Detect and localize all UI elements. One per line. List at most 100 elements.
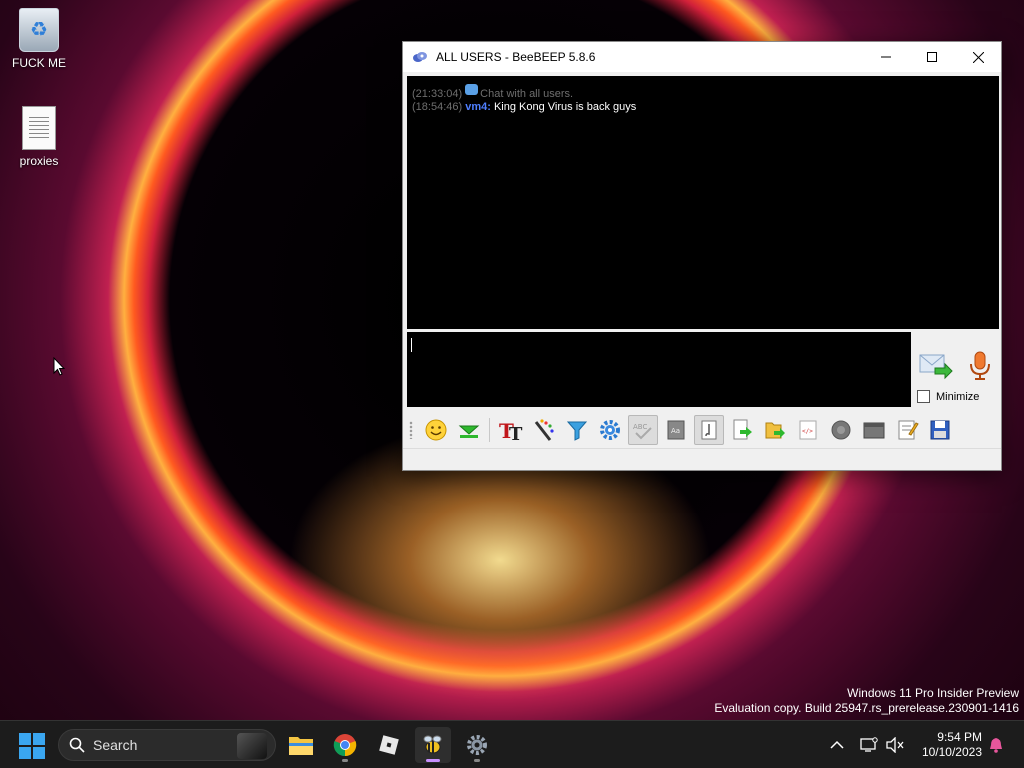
desktop-icon-proxies[interactable]: proxies xyxy=(1,106,77,168)
desktop-icon-recycle-bin[interactable]: FUCK ME xyxy=(1,8,77,70)
chat-history[interactable]: (21:33:04) Chat with all users. (18:54:46… xyxy=(407,76,999,329)
minimize-checkbox[interactable] xyxy=(917,390,930,403)
message-timestamp: (21:33:04) xyxy=(412,88,463,100)
minimize-after-send-option[interactable]: Minimize xyxy=(917,390,979,403)
minimize-window-button[interactable] xyxy=(863,42,909,72)
chat-message: (21:33:04) Chat with all users. xyxy=(412,84,994,101)
beebeep-chat-window[interactable]: ALL USERS - BeeBEEP 5.8.6 (21:33:04) Chat… xyxy=(402,41,1002,471)
file-explorer-icon xyxy=(289,737,313,755)
network-icon xyxy=(860,737,878,752)
running-indicator xyxy=(426,759,440,762)
taskbar: Search 9:54 PM 10/10/2023 xyxy=(0,720,1024,768)
send-file-button[interactable] xyxy=(727,415,757,445)
taskbar-clock[interactable]: 9:54 PM 10/10/2023 xyxy=(922,730,982,760)
maximize-window-button[interactable] xyxy=(909,42,955,72)
window-title: ALL USERS - BeeBEEP 5.8.6 xyxy=(436,50,596,64)
network-status-button[interactable] xyxy=(860,721,878,768)
screenshot-icon xyxy=(863,422,884,439)
show-hidden-icons-button[interactable] xyxy=(830,721,844,768)
chat-settings-button[interactable] xyxy=(595,415,625,445)
text-file-icon xyxy=(22,106,56,150)
svg-text:T: T xyxy=(509,424,523,442)
font-color-button[interactable] xyxy=(529,415,559,445)
maximize-icon xyxy=(927,52,937,62)
save-chat-button[interactable] xyxy=(925,415,955,445)
clock-date: 10/10/2023 xyxy=(921,745,982,759)
search-highlight-image xyxy=(237,733,267,759)
send-message-button[interactable] xyxy=(919,352,953,380)
color-icon xyxy=(534,419,554,441)
recycle-bin-icon xyxy=(19,8,59,52)
emoticons-icon xyxy=(425,419,446,441)
taskbar-search-box[interactable]: Search xyxy=(58,729,276,761)
screenshot-button[interactable] xyxy=(859,415,889,445)
settings-gear-icon xyxy=(467,735,487,755)
unread-button[interactable] xyxy=(454,415,484,445)
send-folder-icon xyxy=(765,422,785,439)
toolbar-separator xyxy=(489,418,490,442)
notes-icon xyxy=(898,420,919,440)
dictionary-icon: Aa xyxy=(667,420,684,440)
roblox-icon xyxy=(379,735,399,755)
svg-text:</>: </> xyxy=(802,428,813,435)
mouse-cursor-icon xyxy=(53,356,66,379)
font-icon: TT xyxy=(499,419,523,442)
html-button[interactable]: </> xyxy=(793,415,823,445)
send-folder-button[interactable] xyxy=(760,415,790,445)
record-icon xyxy=(831,420,850,440)
beebeep-app-icon xyxy=(413,52,427,62)
running-indicator xyxy=(474,759,480,762)
send-file-icon xyxy=(733,419,752,440)
filter-button[interactable] xyxy=(562,415,592,445)
minimize-icon xyxy=(881,56,891,58)
bell-icon xyxy=(990,738,1002,753)
chrome-icon xyxy=(333,734,357,757)
dictionary-button[interactable]: Aa xyxy=(661,415,691,445)
filter-icon xyxy=(566,421,587,441)
taskbar-app-beebeep[interactable] xyxy=(415,727,451,763)
chevron-up-icon xyxy=(830,740,844,749)
beebeep-icon xyxy=(423,735,442,754)
unread-icon xyxy=(458,425,479,438)
windows-watermark: Windows 11 Pro Insider Preview Evaluatio… xyxy=(714,686,1019,716)
running-indicator xyxy=(342,759,348,762)
record-button[interactable] xyxy=(826,415,856,445)
taskbar-app-chrome[interactable] xyxy=(327,727,363,763)
send-envelope-icon xyxy=(919,354,953,380)
spellcheck-icon: ABC xyxy=(633,423,652,440)
window-titlebar[interactable]: ALL USERS - BeeBEEP 5.8.6 xyxy=(403,42,1001,72)
message-input[interactable] xyxy=(407,332,911,407)
compact-mode-button[interactable] xyxy=(693,415,724,445)
voice-message-button[interactable] xyxy=(967,350,993,382)
taskbar-app-roblox[interactable] xyxy=(371,727,407,763)
spellcheck-button[interactable]: ABC xyxy=(627,415,658,445)
font-button[interactable]: TT xyxy=(496,415,526,445)
taskbar-app-file-explorer[interactable] xyxy=(283,727,319,763)
microphone-icon xyxy=(970,351,990,380)
notes-button[interactable] xyxy=(892,415,922,445)
toolbar-grip[interactable] xyxy=(409,421,413,439)
minimize-label: Minimize xyxy=(936,390,980,403)
watermark-edition: Windows 11 Pro Insider Preview xyxy=(847,686,1019,700)
taskbar-app-settings[interactable] xyxy=(459,727,495,763)
close-icon xyxy=(972,51,984,63)
message-timestamp: (18:54:46) xyxy=(412,101,463,113)
text-caret xyxy=(411,338,412,352)
chat-toolbar: TT ABC Aa </> xyxy=(403,412,1001,448)
close-window-button[interactable] xyxy=(955,42,1001,72)
search-icon xyxy=(69,737,85,753)
start-button[interactable] xyxy=(19,733,45,759)
message-sender[interactable]: vm4: xyxy=(465,101,491,113)
watermark-build: Evaluation copy. Build 25947.rs_prerelea… xyxy=(714,701,1019,715)
window-statusbar xyxy=(403,448,1001,470)
chat-bubble-icon xyxy=(465,84,479,95)
volume-button[interactable] xyxy=(886,721,904,768)
html-icon: </> xyxy=(799,420,816,440)
compact-icon xyxy=(701,420,716,440)
emoticons-button[interactable] xyxy=(421,415,451,445)
svg-text:ABC: ABC xyxy=(633,423,647,431)
settings-icon xyxy=(599,420,620,440)
notifications-button[interactable] xyxy=(988,721,1004,768)
svg-text:Aa: Aa xyxy=(671,427,680,435)
message-text: King Kong Virus is back guys xyxy=(493,101,637,113)
